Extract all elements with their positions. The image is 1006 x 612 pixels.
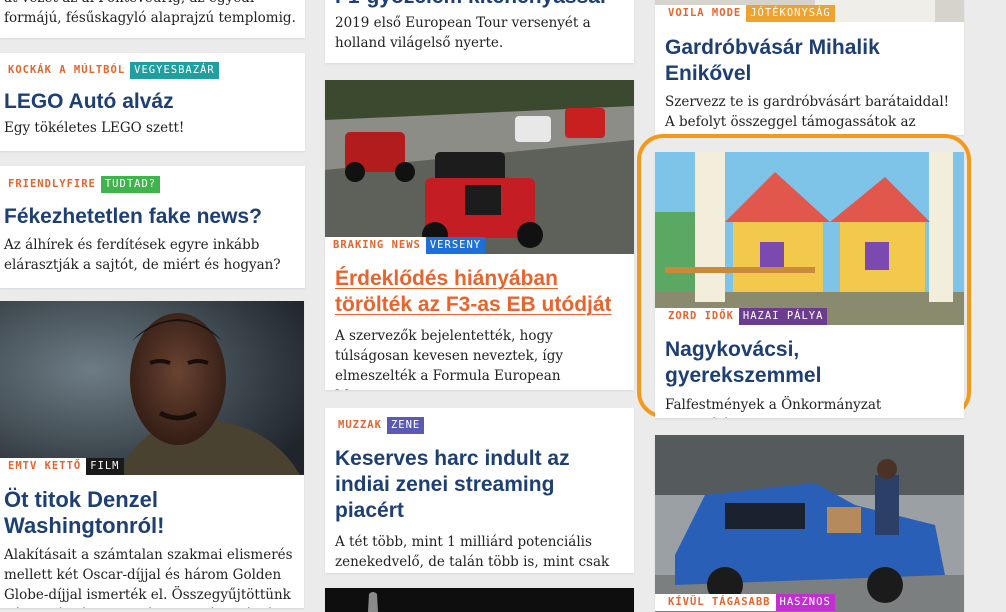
article-image-portrait[interactable]: EMTV KETTŐ FILM	[0, 301, 304, 475]
category-badge[interactable]: VEGYESBAZÁR	[130, 62, 219, 79]
article-card-denzel[interactable]: EMTV KETTŐ FILM Öt titok Denzel Washingt…	[0, 301, 304, 608]
column-tag[interactable]: BRAKING NEWS	[325, 237, 426, 254]
column-tag[interactable]: KÍVÜL TÁGASABB	[655, 594, 776, 611]
category-badge[interactable]: FILM	[86, 458, 124, 475]
article-card-church[interactable]: at vezet az ai Fonteveurig, az egyedi fo…	[0, 0, 305, 38]
article-tags: KOCKÁK A MÚLTBÓL VEGYESBAZÁR	[0, 62, 305, 79]
article-card-f3[interactable]: BRAKING NEWS VERSENY Érdeklődés hiányába…	[325, 80, 634, 390]
article-title[interactable]: Érdeklődés hiányában törölték az F3-as E…	[335, 266, 624, 318]
category-badge[interactable]: ZENE	[386, 417, 425, 434]
portrait-photo	[0, 301, 304, 475]
article-image-car[interactable]: KÍVÜL TÁGASABB HASZNOS	[655, 435, 964, 612]
article-desc: Szervezz te is gardróbvásárt barátaiddal…	[665, 94, 950, 135]
article-image-mural[interactable]: ZORD IDŐK HAZAI PÁLYA	[655, 152, 964, 325]
article-tags: ZORD IDŐK HAZAI PÁLYA	[655, 308, 828, 325]
article-tags: FRIENDLYFIRE TUDTAD?	[0, 176, 305, 193]
article-tags: VOILA MODE JÓTÉKONYSÁG	[655, 5, 835, 22]
article-desc: A szervezők bejelentették, hogy túlságos…	[335, 328, 564, 390]
article-desc: A tét több, mint 1 milliárd potenciális …	[335, 534, 610, 570]
article-card-fake-news[interactable]: FRIENDLYFIRE TUDTAD? Fékezhetetlen fake …	[0, 166, 305, 288]
article-desc: formájú, fésűskagyló alaprajzú templomig…	[4, 10, 296, 26]
column-tag[interactable]: ZORD IDŐK	[655, 308, 739, 325]
mural-photo	[655, 152, 964, 325]
article-title[interactable]: Öt titok Denzel Washingtonról!	[4, 487, 298, 539]
article-image-next	[368, 592, 378, 612]
column-tag[interactable]: VOILA MODE	[655, 5, 747, 22]
article-card-lego[interactable]: KOCKÁK A MÚLTBÓL VEGYESBAZÁR LEGO Autó a…	[0, 53, 305, 151]
article-card-next[interactable]	[325, 588, 634, 612]
column-tag[interactable]: MUZZAK	[325, 417, 387, 434]
article-card-nagykovacsi[interactable]: ZORD IDŐK HAZAI PÁLYA Nagykovácsi, gyere…	[655, 152, 964, 418]
category-badge[interactable]: VERSENY	[425, 237, 486, 254]
column-tag[interactable]: KOCKÁK A MÚLTBÓL	[0, 62, 131, 79]
article-tags: MUZZAK ZENE	[325, 417, 634, 434]
category-badge[interactable]: HASZNOS	[775, 594, 835, 611]
article-title[interactable]: Gardróbvásár Mihalik Enikővel	[665, 35, 954, 87]
article-card-wardrobe[interactable]: VOILA MODE JÓTÉKONYSÁG Gardróbvásár Miha…	[655, 0, 964, 135]
article-desc: 2019 első European Tour versenyét a holl…	[335, 15, 591, 51]
article-title[interactable]: Nagykovácsi, gyerekszemmel	[665, 337, 954, 389]
article-tags: EMTV KETTŐ FILM	[0, 458, 124, 475]
car-photo	[655, 435, 964, 612]
article-desc-cut-top: at vezet az ai Fonteveurig, az egyedi	[4, 0, 304, 8]
column-tag[interactable]: EMTV KETTŐ	[0, 458, 87, 475]
article-title[interactable]: Keserves harc indult az indiai zenei str…	[335, 446, 624, 524]
column-tag[interactable]: FRIENDLYFIRE	[0, 176, 101, 193]
category-badge[interactable]: HAZAI PÁLYA	[738, 308, 828, 325]
article-tags: KÍVÜL TÁGASABB HASZNOS	[655, 594, 835, 611]
article-card-car[interactable]: KÍVÜL TÁGASABB HASZNOS	[655, 435, 964, 612]
article-title[interactable]: LEGO Autó alváz	[4, 89, 295, 115]
category-badge[interactable]: JÓTÉKONYSÁG	[746, 5, 835, 22]
article-card-streaming[interactable]: MUZZAK ZENE Keserves harc indult az indi…	[325, 408, 634, 573]
category-badge[interactable]: TUDTAD?	[100, 176, 161, 193]
article-title[interactable]: F1-győzelem kitenenyassal	[335, 0, 624, 10]
article-card-golf[interactable]: F1-győzelem kitenenyassal 2019 első Euro…	[325, 0, 634, 63]
article-desc: Egy tökéletes LEGO szett!	[4, 120, 185, 136]
article-tags: BRAKING NEWS VERSENY	[325, 237, 486, 254]
racing-photo	[325, 80, 634, 254]
article-desc: Alakításait a számtalan szakmai elismeré…	[4, 547, 293, 608]
article-image-wardrobe[interactable]: VOILA MODE JÓTÉKONYSÁG	[655, 0, 964, 22]
article-image-racing[interactable]: BRAKING NEWS VERSENY	[325, 80, 634, 254]
article-desc: Az álhírek és ferdítések egyre inkább el…	[4, 237, 281, 273]
article-title[interactable]: Fékezhetetlen fake news?	[4, 204, 295, 230]
article-desc: Falfestmények a Önkormányzat parkolójába…	[665, 397, 882, 418]
